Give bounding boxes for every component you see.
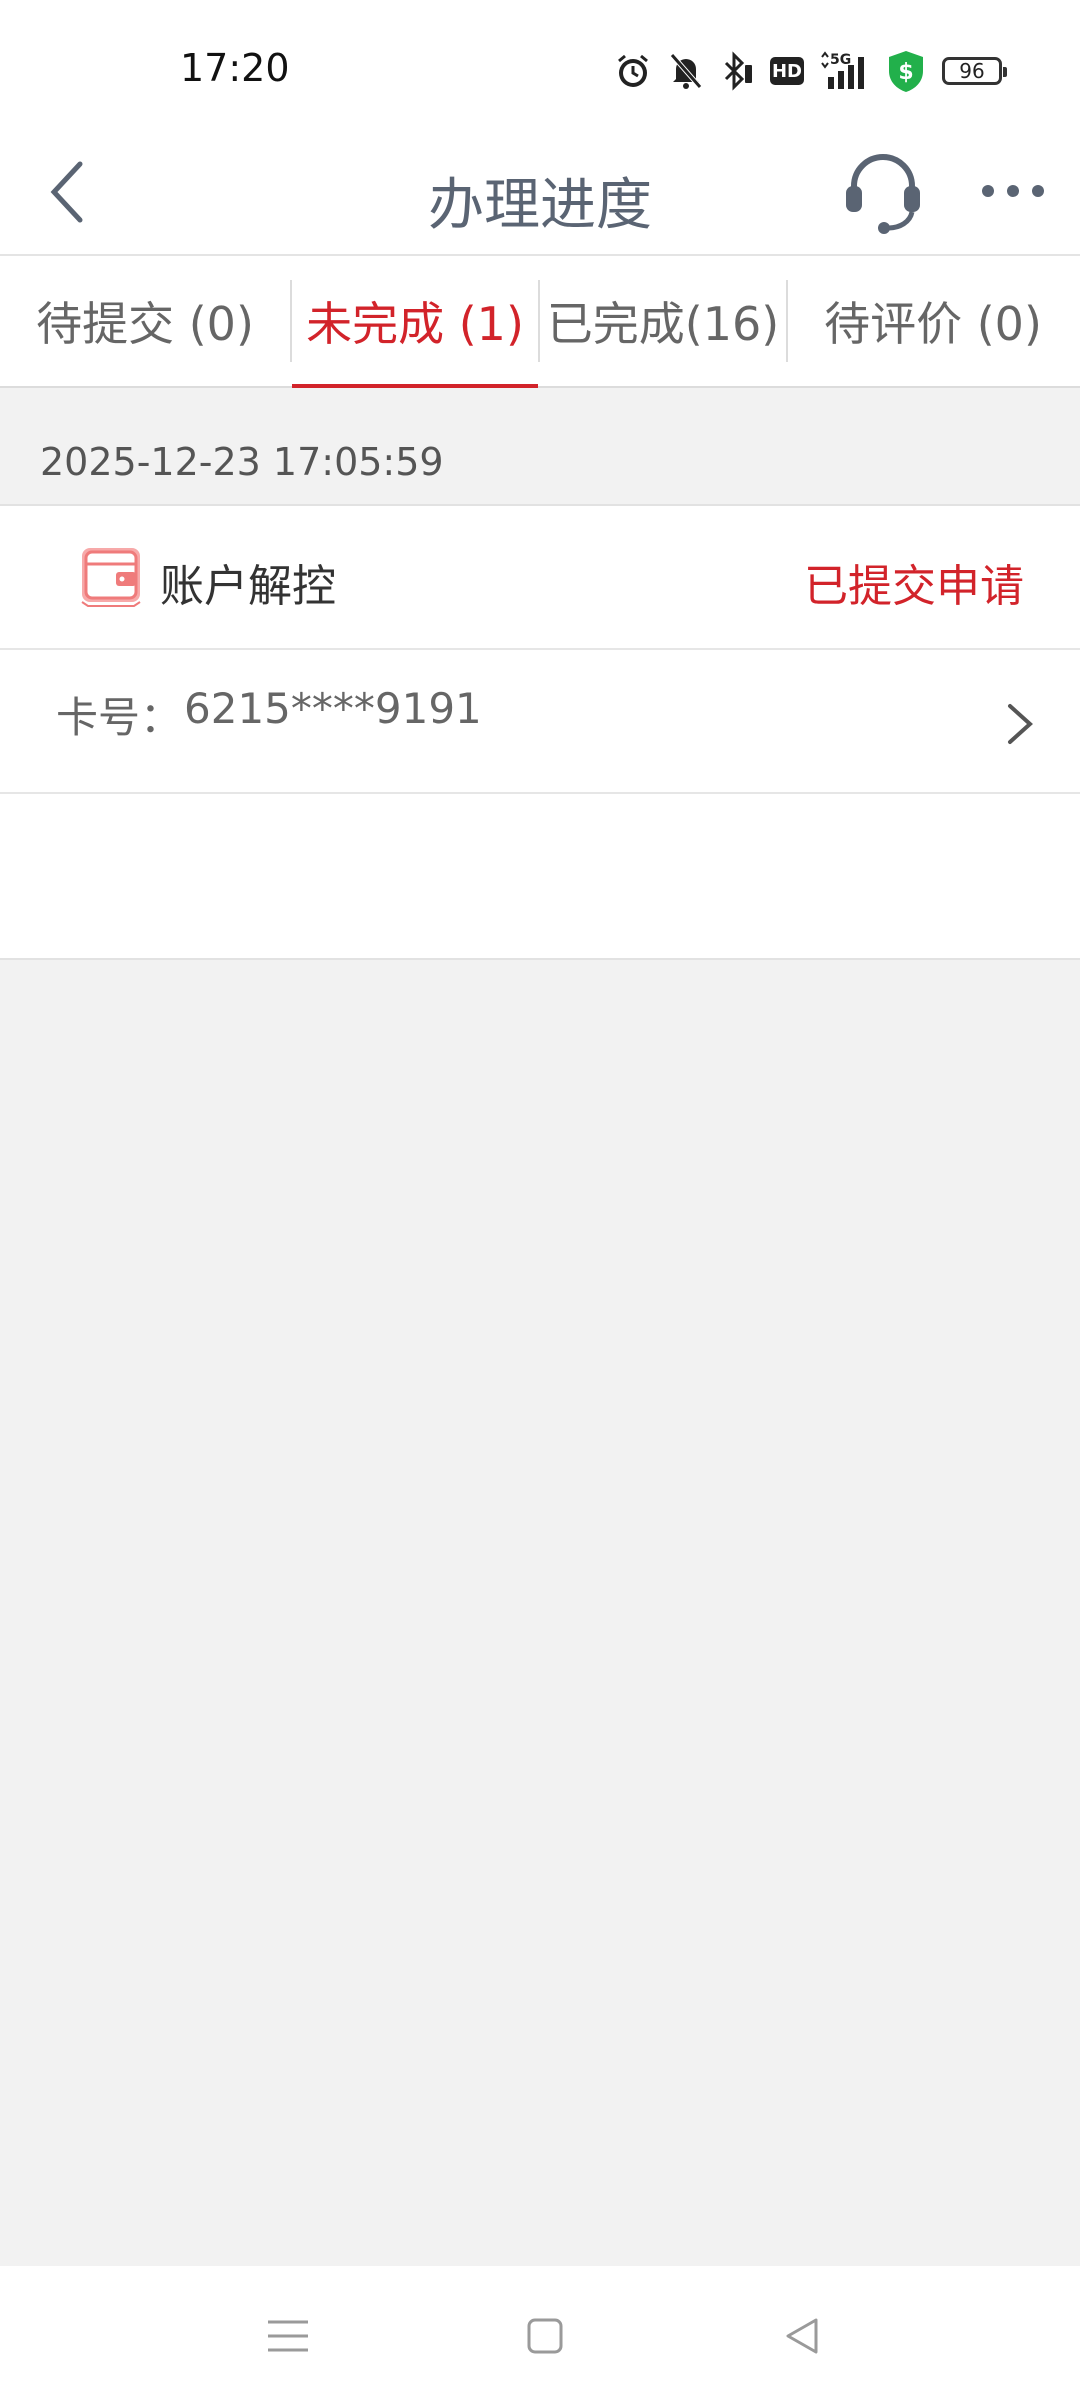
headset-icon	[846, 154, 920, 234]
customer-service-button[interactable]	[838, 146, 928, 236]
system-nav-bar	[0, 2266, 1080, 2400]
status-time: 17:20	[180, 46, 290, 90]
menu-button[interactable]	[258, 2306, 318, 2366]
status-icons: HD 5G $ 96	[614, 48, 1007, 94]
record-datetime: 2025-12-23 17:05:59	[40, 440, 444, 484]
card-number-row[interactable]: 卡号： 6215****9191	[0, 650, 1080, 794]
status-badge: 已提交申请	[804, 561, 1024, 612]
screen: 17:20 HD 5G $ 96 办理进度 待提交 (0) 未完成 (1) 已完…	[0, 0, 1080, 2400]
bluetooth-icon	[720, 51, 754, 91]
mute-icon	[668, 51, 704, 91]
wallet-card-icon	[78, 542, 144, 608]
svg-text:$: $	[898, 60, 913, 85]
5g-signal-icon: 5G	[820, 51, 870, 91]
app-header: 办理进度	[0, 130, 1080, 256]
card-number-value: 6215****9191	[184, 684, 482, 733]
tab-incomplete[interactable]: 未完成 (1)	[292, 256, 538, 388]
more-dots-icon	[982, 185, 1044, 197]
home-icon	[527, 2318, 563, 2354]
menu-icon	[268, 2320, 308, 2352]
tab-pending-submit[interactable]: 待提交 (0)	[0, 256, 290, 386]
business-row: 账户解控 已提交申请	[0, 506, 1080, 650]
chevron-right-icon	[1000, 694, 1040, 754]
business-name: 账户解控	[160, 561, 336, 612]
security-shield-icon: $	[886, 49, 926, 93]
back-icon	[786, 2318, 818, 2354]
more-button[interactable]	[978, 166, 1048, 216]
battery-icon: 96	[942, 57, 1007, 85]
tab-completed[interactable]: 已完成(16)	[540, 256, 786, 386]
system-back-button[interactable]	[772, 2306, 832, 2366]
hd-icon: HD	[770, 57, 804, 85]
status-bar: 17:20 HD 5G $ 96	[0, 0, 1080, 130]
record-date-row: 2025-12-23 17:05:59	[0, 388, 1080, 506]
alarm-icon	[614, 51, 652, 91]
progress-card[interactable]: 账户解控 已提交申请 卡号： 6215****9191	[0, 506, 1080, 960]
card-number-label: 卡号：	[56, 693, 183, 742]
tab-pending-review[interactable]: 待评价 (0)	[788, 256, 1078, 386]
status-tabs: 待提交 (0) 未完成 (1) 已完成(16) 待评价 (0)	[0, 256, 1080, 388]
home-button[interactable]	[515, 2306, 575, 2366]
